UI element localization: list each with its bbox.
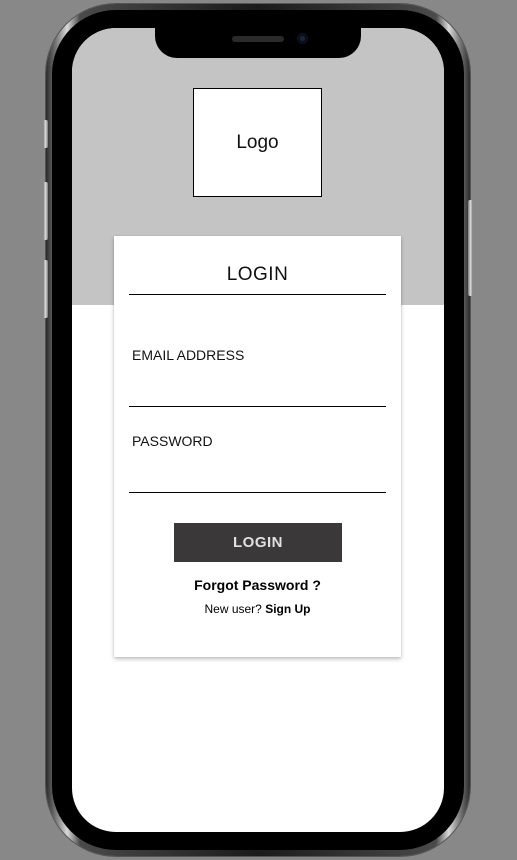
email-label: EMAIL ADDRESS <box>132 347 245 363</box>
signup-link[interactable]: Sign Up <box>265 602 310 616</box>
speaker-grille <box>232 36 284 42</box>
signup-line: New user? Sign Up <box>114 602 401 616</box>
volume-down-button <box>43 260 48 318</box>
phone-notch <box>155 26 361 58</box>
email-input[interactable] <box>129 379 386 407</box>
login-button[interactable]: LOGIN <box>174 523 342 562</box>
silent-switch <box>43 120 48 148</box>
signup-prompt: New user? <box>204 602 262 616</box>
forgot-password-link[interactable]: Forgot Password ? <box>114 577 401 593</box>
power-button <box>468 200 473 296</box>
volume-up-button <box>43 182 48 240</box>
front-camera <box>297 33 308 44</box>
password-input[interactable] <box>129 465 386 493</box>
title-divider <box>129 294 386 295</box>
login-title: LOGIN <box>226 264 289 285</box>
logo-text: Logo <box>236 131 279 153</box>
logo-placeholder: Logo <box>193 88 322 197</box>
password-label: PASSWORD <box>132 433 213 449</box>
login-card: LOGIN EMAIL ADDRESS PASSWORD LOGIN Forgo… <box>114 236 401 657</box>
